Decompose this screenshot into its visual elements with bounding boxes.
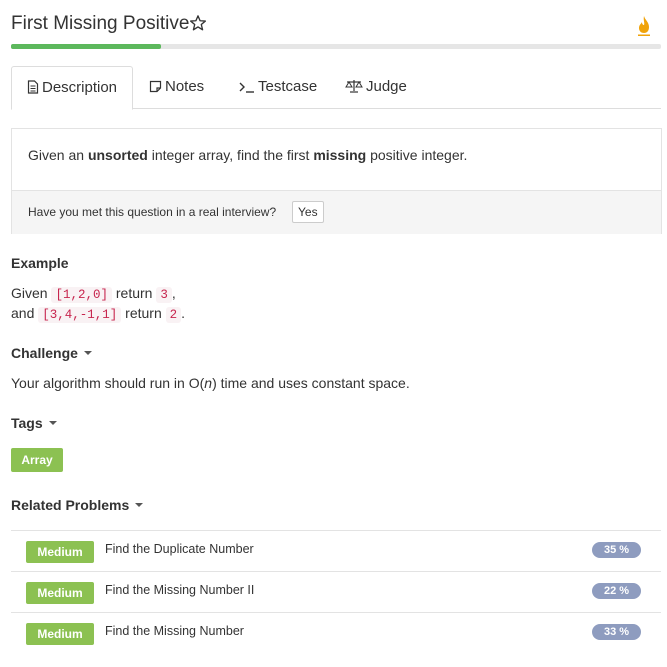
tab-judge-label: Judge — [366, 78, 407, 95]
tab-description-label: Description — [41, 79, 118, 96]
difficulty-badge: Medium — [26, 541, 94, 563]
statement-text: positive integer. — [366, 147, 468, 163]
note-icon — [149, 80, 162, 93]
example-output-code: 2 — [165, 307, 182, 323]
problem-title: First Missing Positive — [11, 13, 190, 34]
related-problem-row[interactable]: Medium Find the Duplicate Number 35 % — [11, 530, 661, 572]
tag-array[interactable]: Array — [11, 448, 63, 472]
related-problem-title[interactable]: Find the Duplicate Number — [105, 542, 254, 556]
statement-text: Given an — [28, 147, 88, 163]
example-text: and — [11, 305, 39, 321]
related-problem-title[interactable]: Find the Missing Number II — [105, 583, 254, 597]
acceptance-badge: 33 % — [592, 624, 641, 640]
progress-bar — [11, 44, 661, 49]
related-problem-row[interactable]: Medium Find the Missing Number 33 % — [11, 612, 661, 654]
tab-notes-label: Notes — [165, 78, 205, 95]
caret-down-icon — [48, 421, 57, 425]
example-input-code: [1,2,0] — [51, 287, 112, 303]
tags-toggle[interactable]: Tags — [11, 415, 57, 431]
example-text: , — [171, 285, 176, 301]
interview-question: Have you met this question in a real int… — [28, 205, 277, 219]
tab-notes[interactable]: Notes — [149, 66, 204, 108]
tab-bar: Description Notes Testcase Judge — [11, 66, 661, 110]
example-line-2: and [3,4,-1,1] return 2. — [11, 305, 186, 323]
progress-fill — [11, 44, 161, 49]
related-problem-title[interactable]: Find the Missing Number — [105, 624, 244, 638]
interview-footer: Have you met this question in a real int… — [12, 190, 661, 234]
example-text: Given — [11, 285, 52, 301]
challenge-heading: Challenge — [11, 345, 78, 361]
example-output-code: 3 — [156, 287, 172, 303]
difficulty-badge: Medium — [26, 623, 94, 645]
acceptance-badge: 35 % — [592, 542, 641, 558]
example-text: return — [121, 305, 166, 321]
fire-icon[interactable] — [636, 15, 652, 37]
tab-testcase[interactable]: Testcase — [239, 66, 317, 108]
statement-bold-unsorted: unsorted — [87, 147, 148, 163]
tab-judge[interactable]: Judge — [345, 66, 407, 108]
statement-bold-missing: missing — [313, 147, 367, 163]
related-toggle[interactable]: Related Problems — [11, 497, 144, 513]
challenge-text-part: ) time and uses constant space. — [212, 375, 410, 391]
difficulty-badge: Medium — [26, 582, 94, 604]
caret-down-icon — [83, 351, 92, 355]
related-problem-row[interactable]: Medium Find the Missing Number II 22 % — [11, 571, 661, 613]
terminal-icon — [239, 82, 254, 93]
tab-description[interactable]: Description — [11, 66, 133, 110]
example-text: return — [111, 285, 157, 301]
example-line-1: Given [1,2,0] return 3, — [11, 285, 176, 303]
caret-down-icon — [135, 503, 144, 507]
description-panel: Given an unsorted integer array, find th… — [11, 128, 662, 234]
example-text: . — [181, 305, 186, 321]
challenge-toggle[interactable]: Challenge — [11, 345, 92, 361]
tab-testcase-label: Testcase — [258, 78, 318, 95]
challenge-text: Your algorithm should run in O(n) time a… — [11, 375, 410, 391]
related-heading: Related Problems — [11, 497, 130, 513]
statement-text: integer array, find the first — [147, 147, 314, 163]
challenge-text-italic: n — [204, 375, 213, 391]
scale-icon — [345, 80, 363, 93]
example-heading: Example — [11, 255, 69, 271]
yes-button[interactable]: Yes — [292, 201, 324, 223]
problem-statement: Given an unsorted integer array, find th… — [28, 147, 467, 163]
document-icon — [27, 80, 39, 94]
acceptance-badge: 22 % — [592, 583, 641, 599]
challenge-text-part: Your algorithm should run in O( — [11, 375, 205, 391]
example-input-code: [3,4,-1,1] — [38, 307, 122, 323]
tags-heading: Tags — [11, 415, 43, 431]
star-icon[interactable] — [189, 14, 207, 32]
